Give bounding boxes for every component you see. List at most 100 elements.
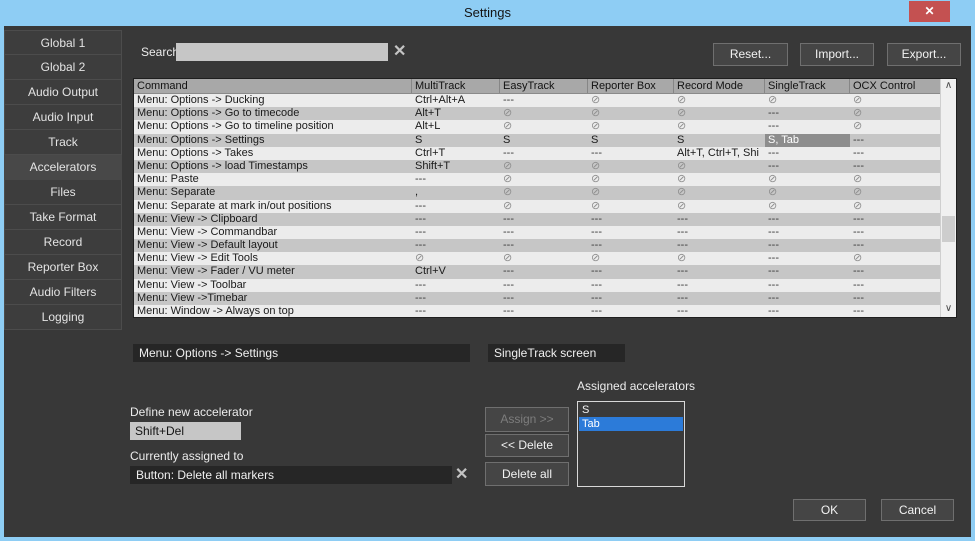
accelerator-cell: ⊘: [674, 173, 765, 186]
table-row[interactable]: Menu: View ->Timebar------------------: [134, 292, 940, 305]
import-button[interactable]: Import...: [800, 43, 874, 66]
reset-button[interactable]: Reset...: [713, 43, 788, 66]
accelerator-cell: ⊘: [500, 173, 588, 186]
accelerator-cell: ---: [765, 120, 850, 133]
column-header-easytrack[interactable]: EasyTrack: [500, 79, 588, 93]
column-header-multitrack[interactable]: MultiTrack: [412, 79, 500, 93]
table-row[interactable]: Menu: View -> Default layout------------…: [134, 239, 940, 252]
accelerator-cell: ⊘: [850, 186, 940, 199]
search-input[interactable]: [176, 43, 388, 61]
titlebar[interactable]: Settings ✕: [0, 0, 975, 26]
column-header-command[interactable]: Command: [134, 79, 412, 93]
table-row[interactable]: Menu: Options -> Go to timeline position…: [134, 120, 940, 133]
table-row[interactable]: Menu: Window -> Always on top-----------…: [134, 305, 940, 317]
accelerator-cell: ⊘: [500, 107, 588, 120]
accelerator-cell: ⊘: [674, 120, 765, 133]
table-row[interactable]: Menu: Separate at mark in/out positions-…: [134, 200, 940, 213]
assign-button[interactable]: Assign >>: [485, 407, 569, 432]
table-row[interactable]: Menu: Options -> load TimestampsShift+T⊘…: [134, 160, 940, 173]
accelerator-cell: ---: [674, 265, 765, 278]
search-clear-icon[interactable]: ✕: [393, 41, 406, 61]
accelerator-cell: ---: [765, 226, 850, 239]
accelerator-cell: ---: [412, 226, 500, 239]
table-row[interactable]: Menu: Separate,⊘⊘⊘⊘⊘: [134, 186, 940, 199]
delete-button[interactable]: << Delete: [485, 434, 569, 457]
column-header-reporter-box[interactable]: Reporter Box: [588, 79, 674, 93]
accelerator-cell: ---: [850, 147, 940, 160]
scroll-down-icon[interactable]: ∨: [941, 302, 956, 317]
sidebar-item-logging[interactable]: Logging: [4, 305, 122, 330]
assigned-accelerators-label: Assigned accelerators: [577, 379, 695, 393]
accelerator-cell: ---: [500, 213, 588, 226]
table-row[interactable]: Menu: View -> Commandbar----------------…: [134, 226, 940, 239]
sidebar-item-record[interactable]: Record: [4, 230, 122, 255]
sidebar-item-track[interactable]: Track: [4, 130, 122, 155]
accelerator-cell: ⊘: [850, 120, 940, 133]
table-row[interactable]: Menu: View -> Toolbar------------------: [134, 279, 940, 292]
table-row[interactable]: Menu: View -> Fader / VU meterCtrl+V----…: [134, 265, 940, 278]
table-row[interactable]: Menu: Options -> SettingsSSSSS, Tab---: [134, 134, 940, 147]
table-row[interactable]: Menu: View -> Edit Tools⊘⊘⊘⊘---⊘: [134, 252, 940, 265]
define-accelerator-label: Define new accelerator: [130, 405, 253, 419]
accelerator-cell: ,: [412, 186, 500, 199]
cancel-button[interactable]: Cancel: [881, 499, 954, 521]
accelerator-cell: ⊘: [674, 107, 765, 120]
command-cell: Menu: Options -> Ducking: [134, 94, 412, 107]
selected-screen-field: SingleTrack screen: [488, 344, 625, 362]
sidebar-item-accelerators[interactable]: Accelerators: [4, 155, 122, 180]
sidebar-item-audio-output[interactable]: Audio Output: [4, 80, 122, 105]
column-header-singletrack[interactable]: SingleTrack: [765, 79, 850, 93]
accelerator-cell: ---: [588, 147, 674, 160]
command-cell: Menu: Separate at mark in/out positions: [134, 200, 412, 213]
accelerator-cell: ⊘: [674, 186, 765, 199]
accelerator-cell: ⊘: [500, 186, 588, 199]
accelerator-list-item[interactable]: Tab: [579, 417, 683, 431]
window-title: Settings: [0, 0, 975, 26]
accelerator-cell: ---: [850, 226, 940, 239]
scroll-up-icon[interactable]: ∧: [941, 79, 956, 94]
table-row[interactable]: Menu: View -> Clipboard-----------------…: [134, 213, 940, 226]
accelerator-cell: ---: [765, 252, 850, 265]
accelerator-cell: ---: [674, 226, 765, 239]
sidebar-item-audio-filters[interactable]: Audio Filters: [4, 280, 122, 305]
close-icon[interactable]: ✕: [909, 1, 950, 22]
accelerator-cell: ---: [674, 279, 765, 292]
sidebar-item-reporter-box[interactable]: Reporter Box: [4, 255, 122, 280]
table-row[interactable]: Menu: Paste---⊘⊘⊘⊘⊘: [134, 173, 940, 186]
accelerator-cell: ---: [850, 265, 940, 278]
accelerator-cell: ---: [500, 292, 588, 305]
accelerator-cell: ⊘: [850, 200, 940, 213]
command-cell: Menu: Paste: [134, 173, 412, 186]
vertical-scrollbar[interactable]: ∧ ∨: [940, 79, 956, 317]
accelerator-cell: ⊘: [674, 160, 765, 173]
accelerator-list-item[interactable]: S: [579, 403, 683, 417]
accelerator-cell: ---: [765, 305, 850, 317]
sidebar-item-global-1[interactable]: Global 1: [4, 30, 122, 55]
assigned-to-clear-icon[interactable]: ✕: [455, 464, 468, 484]
sidebar-item-files[interactable]: Files: [4, 180, 122, 205]
accelerator-cell: Shift+T: [412, 160, 500, 173]
scrollbar-thumb[interactable]: [942, 216, 955, 242]
accelerator-cell: ⊘: [765, 186, 850, 199]
assigned-accelerators-list[interactable]: STab: [577, 401, 685, 487]
accelerator-cell: Ctrl+T: [412, 147, 500, 160]
table-row[interactable]: Menu: Options -> Go to timecodeAlt+T⊘⊘⊘-…: [134, 107, 940, 120]
table-row[interactable]: Menu: Options -> TakesCtrl+T------Alt+T,…: [134, 147, 940, 160]
accelerator-cell: ⊘: [500, 160, 588, 173]
accelerator-cell: ⊘: [588, 120, 674, 133]
accelerator-cell: ---: [850, 239, 940, 252]
accelerator-cell: ⊘: [765, 173, 850, 186]
accelerator-cell: S: [500, 134, 588, 147]
sidebar-item-global-2[interactable]: Global 2: [4, 55, 122, 80]
column-header-record-mode[interactable]: Record Mode: [674, 79, 765, 93]
export-button[interactable]: Export...: [887, 43, 961, 66]
ok-button[interactable]: OK: [793, 499, 866, 521]
accelerator-cell: ---: [674, 305, 765, 317]
table-row[interactable]: Menu: Options -> DuckingCtrl+Alt+A---⊘⊘⊘…: [134, 94, 940, 107]
sidebar-item-audio-input[interactable]: Audio Input: [4, 105, 122, 130]
sidebar-item-take-format[interactable]: Take Format: [4, 205, 122, 230]
new-accelerator-input[interactable]: [130, 422, 241, 440]
accelerator-cell: ---: [500, 239, 588, 252]
column-header-ocx-control[interactable]: OCX Control: [850, 79, 942, 93]
delete-all-button[interactable]: Delete all: [485, 462, 569, 486]
